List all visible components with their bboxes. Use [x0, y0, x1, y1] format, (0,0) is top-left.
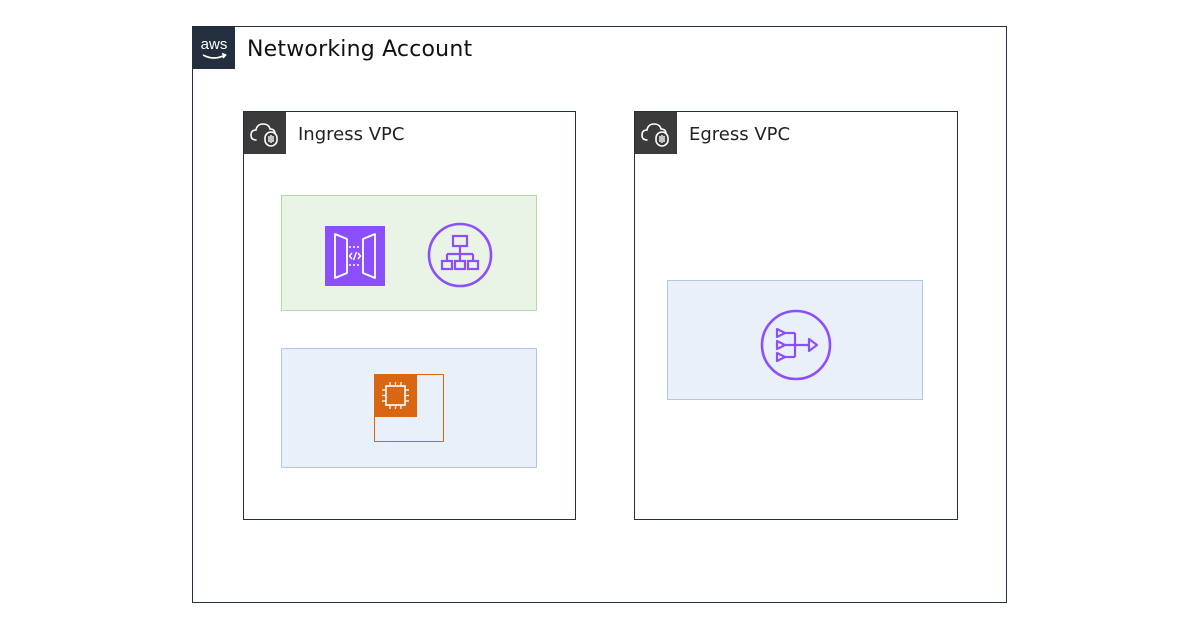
- ingress-vpc-title: Ingress VPC: [298, 124, 405, 145]
- ingress-public-subnet: [281, 195, 537, 311]
- aws-logo-text: aws: [201, 36, 228, 53]
- vpc-cloud-lock-icon: [635, 112, 677, 154]
- nat-gateway-icon: [759, 308, 833, 382]
- aws-logo-icon: aws: [193, 27, 235, 69]
- diagram-canvas: aws Networking Account Ingress VPC Egres…: [0, 0, 1200, 630]
- api-gateway-icon: [325, 226, 385, 286]
- vpc-cloud-lock-icon: [244, 112, 286, 154]
- ec2-instance-icon: [374, 374, 417, 417]
- account-title: Networking Account: [247, 37, 473, 62]
- egress-vpc-title: Egress VPC: [689, 124, 791, 145]
- load-balancer-icon: [427, 222, 493, 288]
